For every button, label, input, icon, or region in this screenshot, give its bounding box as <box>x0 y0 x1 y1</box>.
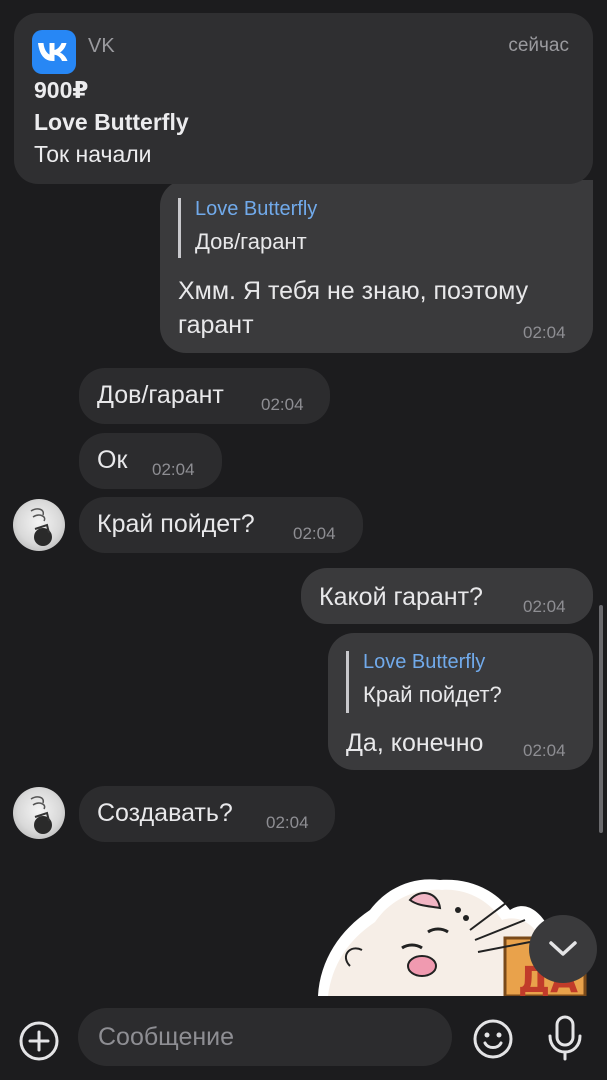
message-time: 02:04 <box>523 741 566 760</box>
message-text: Ок <box>97 446 128 474</box>
emoji-button[interactable] <box>472 1018 514 1060</box>
message-text: Какой гарант? <box>319 583 483 611</box>
message-composer <box>0 996 607 1080</box>
message-text: Хмм. Я тебя не знаю, поэтому гарант <box>178 274 528 342</box>
message-bubble-incoming[interactable]: Ок 02:04 <box>79 433 222 489</box>
plus-circle-icon <box>19 1021 59 1061</box>
reply-quote[interactable]: Love Butterfly Дов/гарант <box>178 198 317 258</box>
microphone-icon <box>548 1015 582 1061</box>
notification-body: Ток начали <box>34 141 152 167</box>
voice-message-button[interactable] <box>546 1014 584 1062</box>
reply-author: Love Butterfly <box>363 651 486 673</box>
notification-time: сейчас <box>508 35 569 56</box>
reply-quote[interactable]: Love Butterfly Край пойдет? <box>346 651 502 713</box>
message-text: Край пойдет? <box>97 510 255 538</box>
push-notification[interactable]: VK сейчас 900₽ Love Butterfly Ток начали <box>14 13 593 184</box>
chevron-down-icon <box>549 941 577 956</box>
message-input[interactable] <box>78 1008 452 1066</box>
message-bubble-outgoing[interactable]: Какой гарант? 02:04 <box>301 568 593 624</box>
reply-text: Край пойдет? <box>363 682 502 707</box>
message-bubble-outgoing[interactable]: Love Butterfly Дов/гарант Хмм. Я тебя не… <box>160 180 593 353</box>
message-text-line: гарант <box>178 311 254 339</box>
message-bubble-outgoing[interactable]: Love Butterfly Край пойдет? Да, конечно … <box>328 633 593 770</box>
notification-sender: Love Butterfly <box>34 109 189 135</box>
attach-button[interactable] <box>18 1020 60 1062</box>
message-bubble-incoming[interactable]: Создавать? 02:04 <box>79 786 335 842</box>
message-time: 02:04 <box>523 323 566 342</box>
message-time: 02:04 <box>523 597 566 616</box>
reply-text: Дов/гарант <box>195 229 307 254</box>
message-text: Да, конечно <box>346 729 484 757</box>
message-bubble-incoming[interactable]: Дов/гарант 02:04 <box>79 368 330 424</box>
message-time: 02:04 <box>266 813 309 832</box>
avatar[interactable] <box>13 787 65 839</box>
emoji-icon <box>473 1019 513 1059</box>
notification-app-name: VK <box>88 35 115 57</box>
reply-author: Love Butterfly <box>195 198 318 220</box>
avatar[interactable] <box>13 499 65 551</box>
message-bubble-incoming[interactable]: Край пойдет? 02:04 <box>79 497 363 553</box>
vk-logo-icon <box>32 30 76 74</box>
message-time: 02:04 <box>293 524 336 543</box>
message-time: 02:04 <box>261 395 304 414</box>
message-text-line: Хмм. Я тебя не знаю, поэтому <box>178 277 529 305</box>
notification-amount: 900₽ <box>34 77 89 103</box>
message-text: Дов/гарант <box>97 381 224 409</box>
message-time: 02:04 <box>152 460 195 479</box>
scroll-down-button[interactable] <box>529 915 597 983</box>
message-text: Создавать? <box>97 799 233 827</box>
scrollbar[interactable] <box>599 605 603 833</box>
